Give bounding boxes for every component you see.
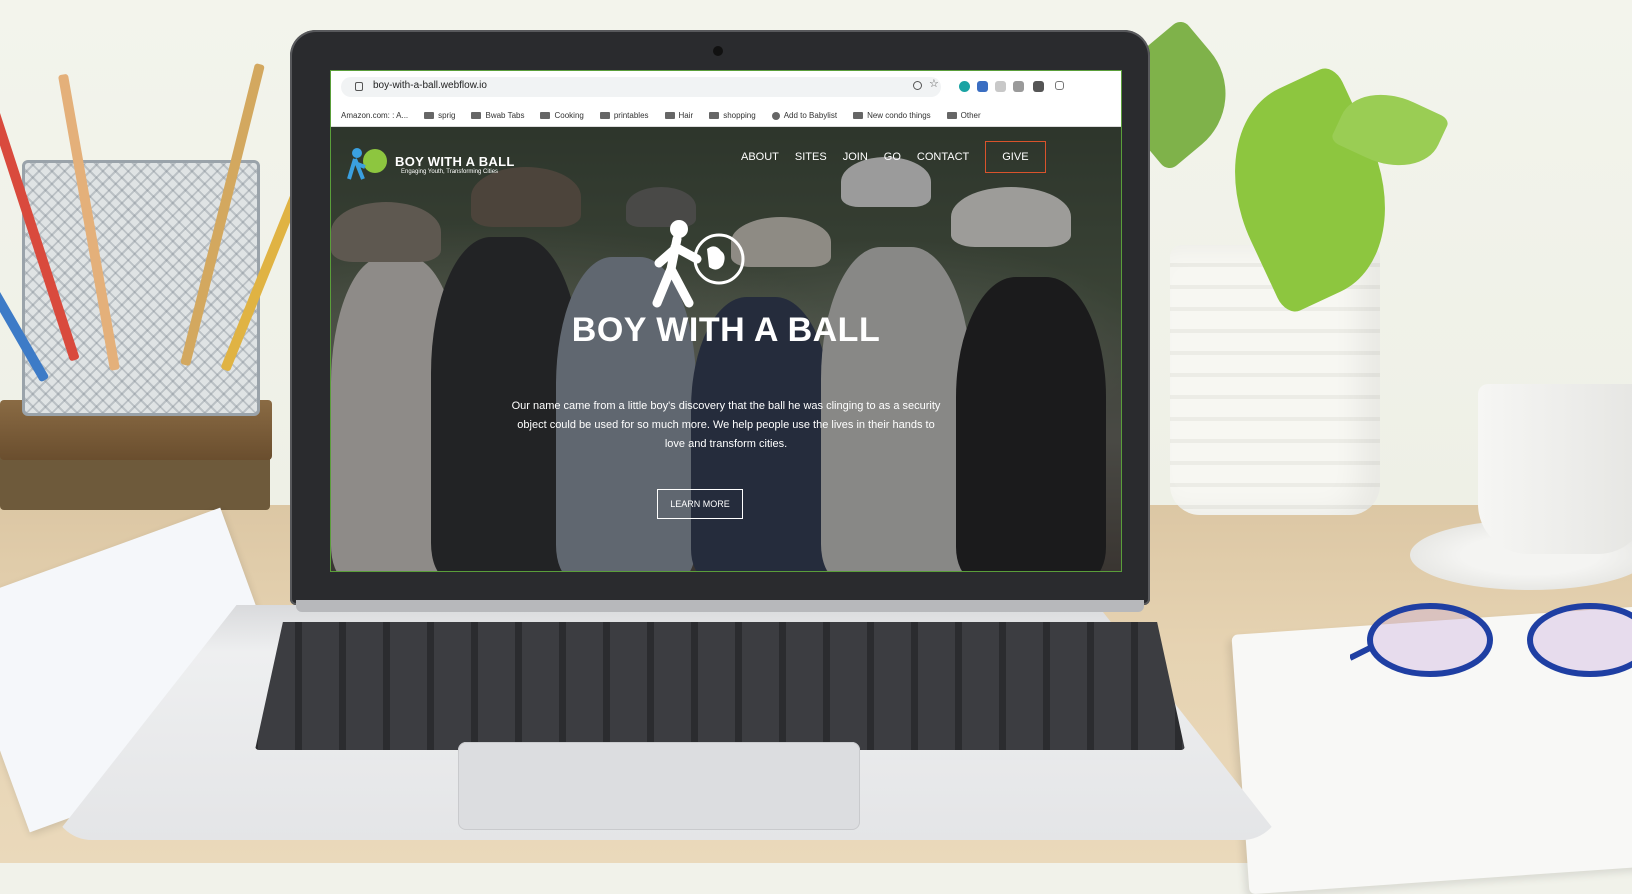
url-text: boy-with-a-ball.webflow.io <box>373 80 487 91</box>
trackpad <box>458 742 860 830</box>
folder-icon <box>471 112 482 119</box>
laptop-hinge <box>296 600 1144 612</box>
eyeglasses <box>1350 603 1632 677</box>
main-nav: ABOUT SITES JOIN GO CONTACT GIVE <box>741 141 1046 173</box>
folder-icon <box>540 112 551 119</box>
bookmark-item[interactable]: Other <box>946 111 981 120</box>
extension-icon[interactable] <box>1013 81 1024 92</box>
nav-go[interactable]: GO <box>884 151 901 163</box>
laptop-keyboard <box>255 622 1185 750</box>
extension-icon[interactable] <box>959 81 970 92</box>
address-bar[interactable]: boy-with-a-ball.webflow.io <box>341 77 941 97</box>
bookmark-item[interactable]: Add to Babylist <box>771 111 837 120</box>
folder-icon <box>709 112 720 119</box>
bookmark-item[interactable]: printables <box>599 111 649 120</box>
webcam <box>713 46 723 56</box>
folder-icon <box>599 112 610 119</box>
learn-more-button[interactable]: LEARN MORE <box>657 489 743 519</box>
folder-icon <box>946 112 957 119</box>
site-logo[interactable]: BOY WITH A BALL Engaging Youth, Transfor… <box>345 145 515 183</box>
bookmark-item[interactable]: sprig <box>424 111 455 120</box>
nav-about[interactable]: ABOUT <box>741 151 779 163</box>
bookmark-item[interactable]: New condo things <box>853 111 931 120</box>
bookmark-item[interactable]: shopping <box>709 111 756 120</box>
coffee-mug <box>1478 384 1632 554</box>
bookmark-item[interactable]: Amazon.com: : A... <box>341 111 408 120</box>
folder-icon <box>664 112 675 119</box>
hero-description: Our name came from a little boy's discov… <box>511 400 941 450</box>
menu-icon[interactable] <box>1055 81 1064 90</box>
brand-tagline: Engaging Youth, Transforming Cities <box>401 168 499 175</box>
brand-name: BOY WITH A BALL <box>395 153 515 169</box>
folder-icon <box>853 112 864 119</box>
laptop-screen: boy-with-a-ball.webflow.io ☆ Amazon.com:… <box>330 70 1122 572</box>
browser-toolbar: boy-with-a-ball.webflow.io ☆ <box>331 71 1121 105</box>
nav-contact[interactable]: CONTACT <box>917 151 969 163</box>
boy-with-ball-icon <box>652 220 745 308</box>
folder-icon <box>424 112 435 119</box>
bookmarks-bar: Amazon.com: : A... sprig Bwab Tabs Cooki… <box>331 105 1121 127</box>
logo-icon <box>347 148 387 180</box>
puzzle-icon[interactable] <box>1033 81 1044 92</box>
bookmark-item[interactable]: Hair <box>664 111 693 120</box>
give-button[interactable]: GIVE <box>985 141 1046 173</box>
globe-icon <box>771 111 780 120</box>
star-icon[interactable]: ☆ <box>929 77 940 90</box>
bookmark-item[interactable]: Cooking <box>540 111 584 120</box>
extension-icon[interactable] <box>995 81 1006 92</box>
lock-icon <box>355 82 363 91</box>
extension-icon[interactable] <box>977 81 988 92</box>
nav-sites[interactable]: SITES <box>795 151 827 163</box>
search-icon[interactable] <box>913 81 922 90</box>
nav-join[interactable]: JOIN <box>843 151 868 163</box>
hero-title: BOY WITH A BALL <box>571 311 881 349</box>
bookmark-item[interactable]: Bwab Tabs <box>471 111 524 120</box>
